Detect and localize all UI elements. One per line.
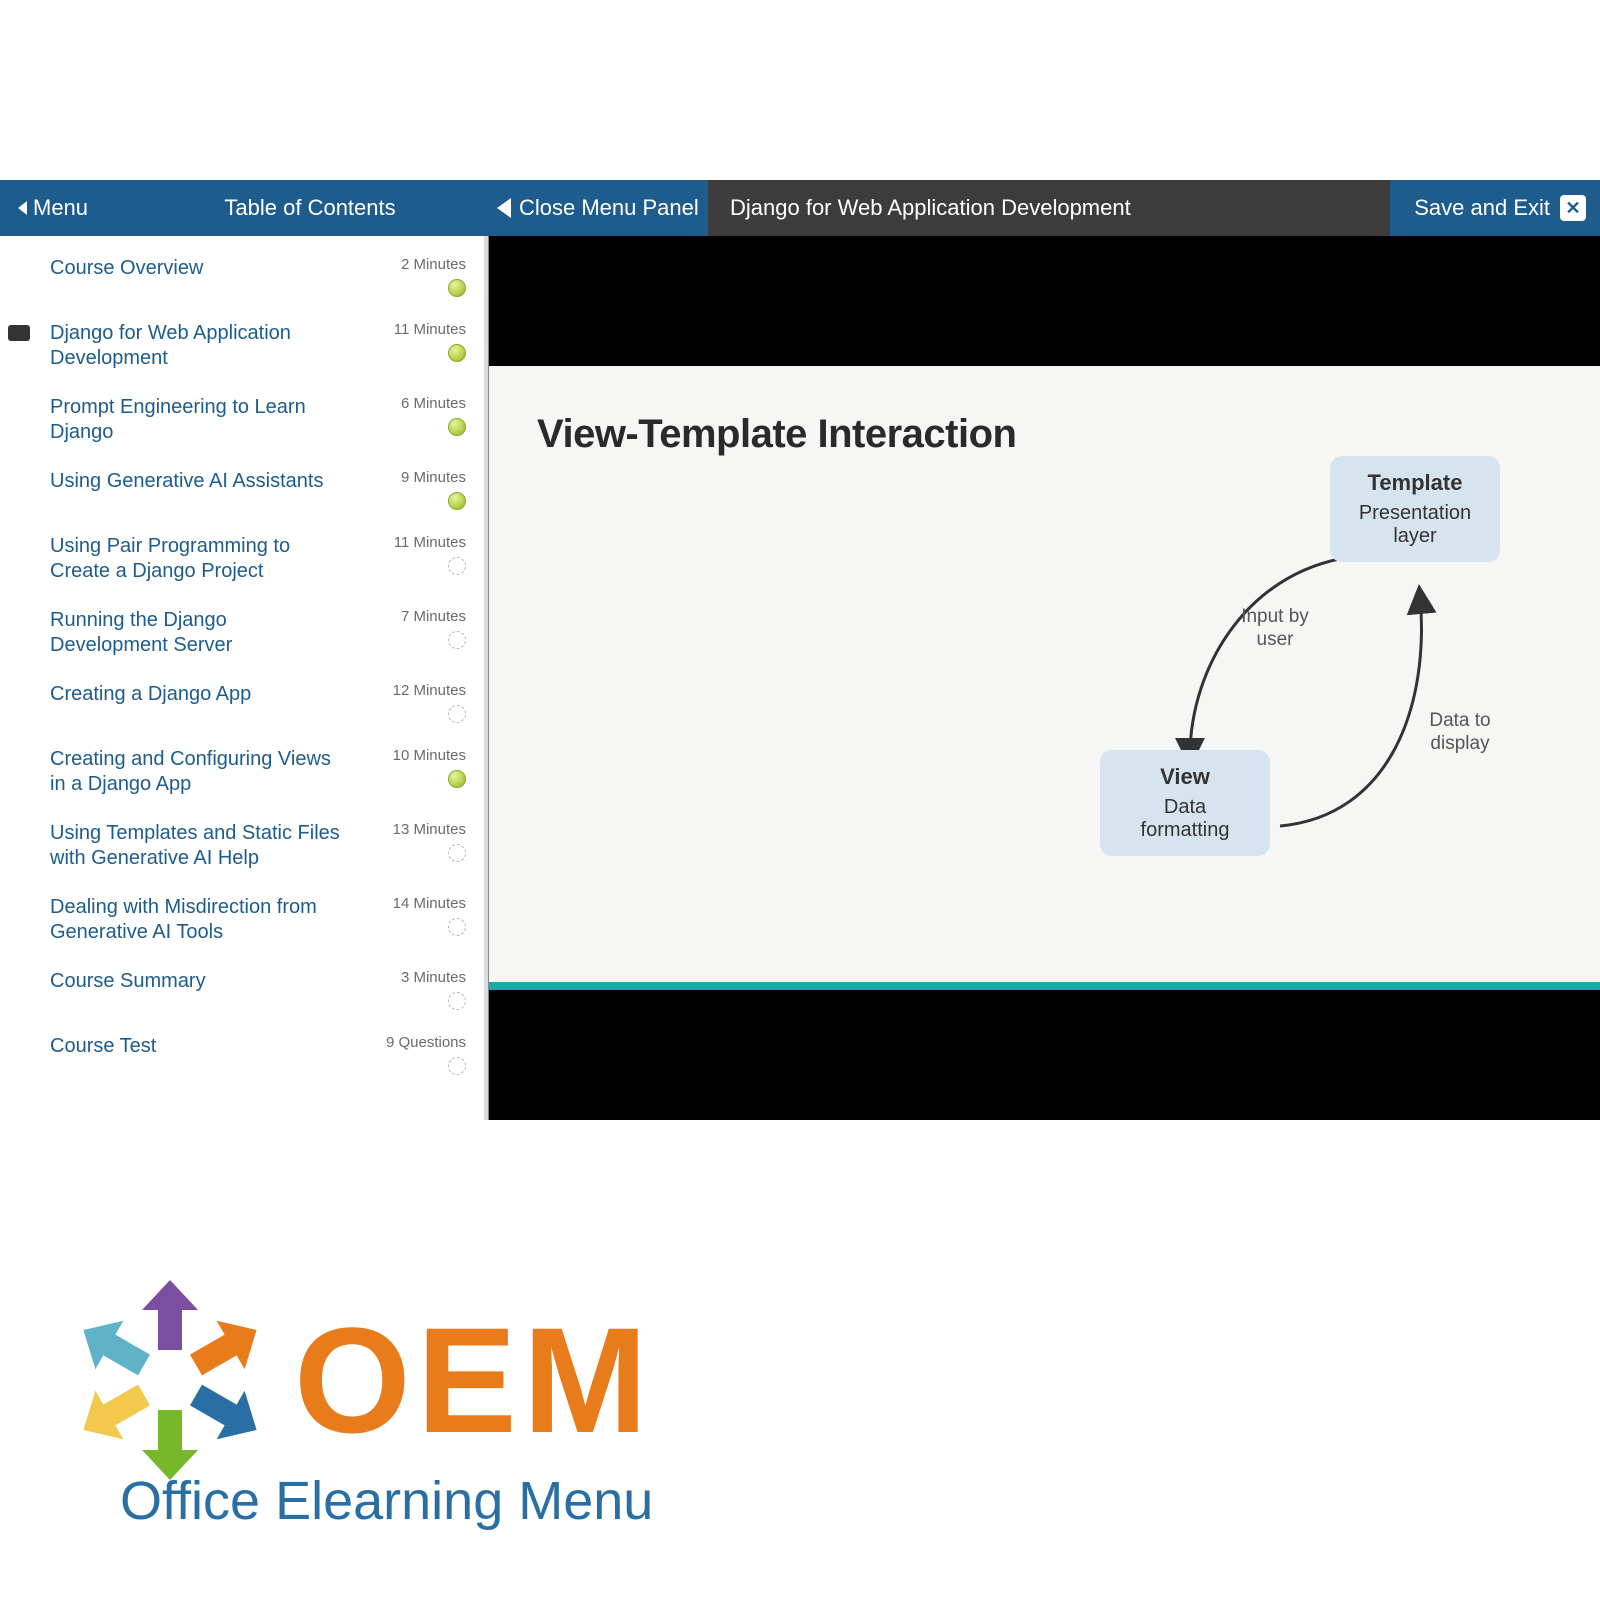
- diagram: Template Presentation layer View Data fo…: [1060, 456, 1520, 876]
- toc-item-meta: 7 Minutes: [348, 608, 466, 658]
- status-empty-icon: [448, 918, 466, 936]
- arrow-circle-icon: [70, 1280, 270, 1480]
- status-empty-icon: [448, 992, 466, 1010]
- toc-item[interactable]: Running the Django Development Server7 M…: [0, 596, 484, 670]
- status-complete-icon: [448, 418, 466, 436]
- toc-item[interactable]: Course Summary3 Minutes: [0, 957, 484, 1022]
- toc-item[interactable]: Prompt Engineering to Learn Django6 Minu…: [0, 383, 484, 457]
- video-area: View-Template Interaction Template: [488, 236, 1600, 1120]
- toc-item-duration: 12 Minutes: [348, 682, 466, 699]
- status-empty-icon: [448, 705, 466, 723]
- toc-item-meta: 14 Minutes: [348, 895, 466, 945]
- close-icon: ✕: [1560, 195, 1586, 221]
- toc-item-duration: 9 Questions: [348, 1034, 466, 1051]
- diagram-node-template: Template Presentation layer: [1330, 456, 1500, 562]
- toc-item-meta: 6 Minutes: [348, 395, 466, 445]
- toc-item-duration: 14 Minutes: [348, 895, 466, 912]
- toc-item-title: Using Templates and Static Files with Ge…: [50, 821, 348, 871]
- slide: View-Template Interaction Template: [489, 366, 1600, 990]
- logo-row: OEM: [70, 1280, 830, 1480]
- toc-item-meta: 13 Minutes: [348, 821, 466, 871]
- edge-label-output: Data to display: [1410, 710, 1510, 756]
- toc-item-duration: 10 Minutes: [348, 747, 466, 764]
- video-letterbox-top: [489, 236, 1600, 366]
- status-complete-icon: [448, 279, 466, 297]
- toc-item-title: Prompt Engineering to Learn Django: [50, 395, 348, 445]
- toc-item-meta: 2 Minutes: [348, 256, 466, 297]
- edge-label-input: Input by user: [1230, 606, 1320, 652]
- status-empty-icon: [448, 557, 466, 575]
- toc-item-title: Course Summary: [50, 969, 348, 1010]
- toc-item-title: Running the Django Development Server: [50, 608, 348, 658]
- menu-button[interactable]: Menu: [18, 195, 88, 221]
- app-container: Menu Table of Contents Close Menu Panel …: [0, 180, 1600, 1120]
- toc-item[interactable]: Using Templates and Static Files with Ge…: [0, 809, 484, 883]
- oem-logo: OEM Office Elearning Menu: [70, 1280, 830, 1532]
- top-bar: Menu Table of Contents Close Menu Panel …: [0, 180, 1600, 236]
- node-view-title: View: [1118, 764, 1252, 790]
- node-template-sub: Presentation layer: [1348, 502, 1482, 548]
- toc-item-title: Creating and Configuring Views in a Djan…: [50, 747, 348, 797]
- node-template-title: Template: [1348, 470, 1482, 496]
- toc-item-title: Course Overview: [50, 256, 348, 297]
- toc-item-duration: 13 Minutes: [348, 821, 466, 838]
- toc-item[interactable]: Using Generative AI Assistants9 Minutes: [0, 457, 484, 522]
- toc-item[interactable]: Course Overview2 Minutes: [0, 244, 484, 309]
- diagram-node-view: View Data formatting: [1100, 750, 1270, 856]
- main-area: Course Overview2 MinutesDjango for Web A…: [0, 236, 1600, 1120]
- toc-header-segment: Menu Table of Contents: [0, 180, 490, 236]
- toc-item-meta: 11 Minutes: [348, 321, 466, 371]
- toc-item-meta: 11 Minutes: [348, 534, 466, 584]
- status-empty-icon: [448, 844, 466, 862]
- status-complete-icon: [448, 344, 466, 362]
- node-view-sub: Data formatting: [1118, 796, 1252, 842]
- toc-item[interactable]: Creating and Configuring Views in a Djan…: [0, 735, 484, 809]
- toc-item[interactable]: Course Test9 Questions: [0, 1022, 484, 1087]
- toc-item-duration: 11 Minutes: [348, 321, 466, 338]
- toc-item-meta: 10 Minutes: [348, 747, 466, 797]
- toc-item-title: Using Pair Programming to Create a Djang…: [50, 534, 348, 584]
- status-complete-icon: [448, 770, 466, 788]
- toc-item-duration: 3 Minutes: [348, 969, 466, 986]
- toc-item[interactable]: Using Pair Programming to Create a Djang…: [0, 522, 484, 596]
- toc-item-duration: 9 Minutes: [348, 469, 466, 486]
- menu-label: Menu: [33, 195, 88, 221]
- status-complete-icon: [448, 492, 466, 510]
- course-title-bar: Django for Web Application Development: [708, 180, 1390, 236]
- toc-item-meta: 3 Minutes: [348, 969, 466, 1010]
- video-letterbox-bottom: [489, 990, 1600, 1120]
- toc-item-title: Django for Web Application Development: [50, 321, 348, 371]
- toc-item-meta: 9 Questions: [348, 1034, 466, 1075]
- chevron-left-icon: [18, 201, 27, 215]
- toc-item[interactable]: Dealing with Misdirection from Generativ…: [0, 883, 484, 957]
- toc-item-title: Course Test: [50, 1034, 348, 1075]
- triangle-left-icon: [497, 198, 511, 218]
- oem-wordmark: OEM: [294, 1294, 654, 1467]
- slide-heading: View-Template Interaction: [537, 412, 1552, 457]
- toc-item-meta: 9 Minutes: [348, 469, 466, 510]
- status-empty-icon: [448, 631, 466, 649]
- save-and-exit-button[interactable]: Save and Exit ✕: [1390, 180, 1600, 236]
- toc-item-title: Creating a Django App: [50, 682, 348, 723]
- toc-sidebar[interactable]: Course Overview2 MinutesDjango for Web A…: [0, 236, 488, 1120]
- toc-item-duration: 6 Minutes: [348, 395, 466, 412]
- toc-item-duration: 11 Minutes: [348, 534, 466, 551]
- toc-item-meta: 12 Minutes: [348, 682, 466, 723]
- close-menu-label: Close Menu Panel: [519, 195, 699, 221]
- toc-item[interactable]: Django for Web Application Development11…: [0, 309, 484, 383]
- toc-item-duration: 7 Minutes: [348, 608, 466, 625]
- close-menu-panel-button[interactable]: Close Menu Panel: [490, 180, 708, 236]
- course-title: Django for Web Application Development: [730, 195, 1131, 221]
- toc-item-duration: 2 Minutes: [348, 256, 466, 273]
- current-marker-icon: [8, 325, 30, 341]
- toc-item[interactable]: Creating a Django App12 Minutes: [0, 670, 484, 735]
- toc-item-title: Dealing with Misdirection from Generativ…: [50, 895, 348, 945]
- toc-item-title: Using Generative AI Assistants: [50, 469, 348, 510]
- toc-title: Table of Contents: [148, 195, 472, 221]
- status-empty-icon: [448, 1057, 466, 1075]
- save-exit-label: Save and Exit: [1414, 195, 1550, 221]
